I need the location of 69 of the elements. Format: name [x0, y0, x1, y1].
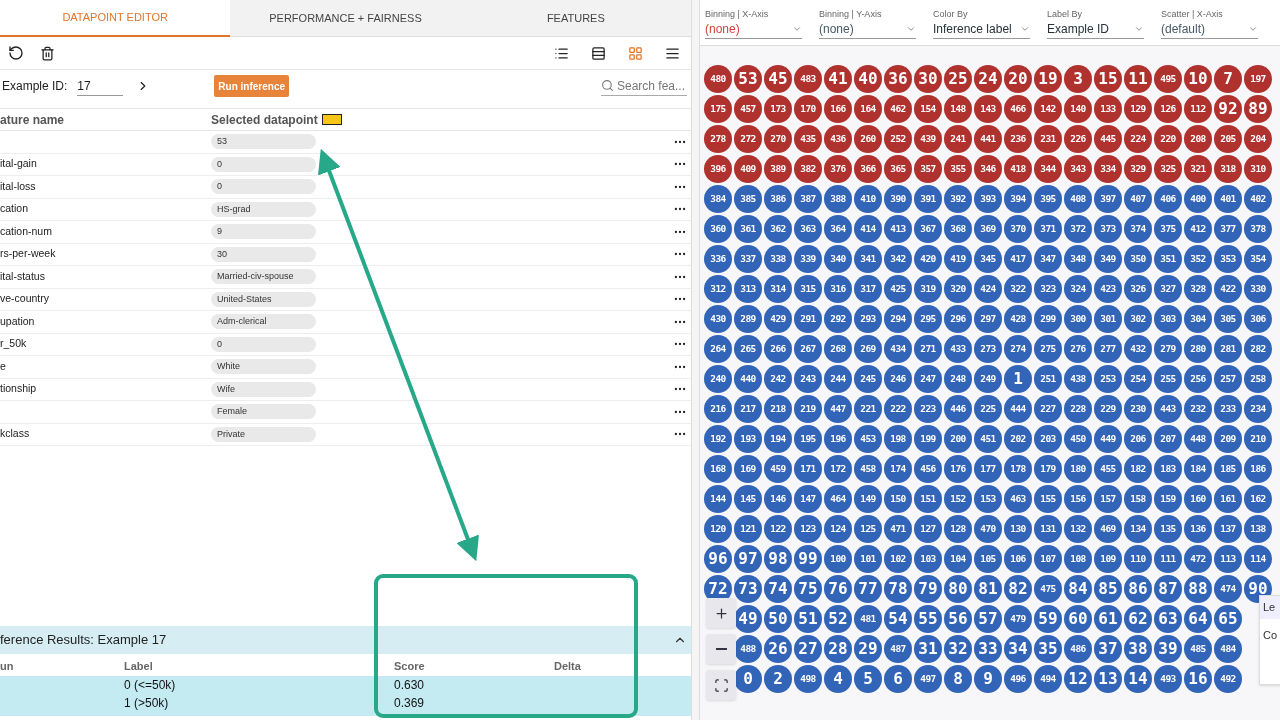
column-header: Score [394, 658, 426, 674]
feature-name: cation-num [0, 224, 52, 237]
plus-icon [713, 605, 729, 621]
column-header: un [0, 658, 15, 674]
tab[interactable]: DATAPOINT EDITOR [0, 0, 231, 37]
feature-name: tionship [0, 382, 37, 395]
zoom-minus-button[interactable] [706, 634, 736, 664]
feature-value-field[interactable]: 0 [211, 336, 316, 352]
feature-value-field[interactable]: Wife [211, 381, 316, 397]
feature-value-field[interactable]: HS-grad [211, 201, 316, 217]
lines-icon [665, 45, 680, 61]
score-cell-text: 0.369 [394, 695, 425, 712]
caret-icon [1020, 24, 1030, 34]
caret-icon [1248, 24, 1258, 34]
example-id-field[interactable]: 17 [77, 76, 124, 96]
tab[interactable]: PERFORMANCE + FAIRNESS [230, 0, 461, 37]
feature-value-field[interactable]: White [211, 359, 316, 375]
legend-title: Le [1260, 596, 1280, 619]
feature-name: kclass [0, 427, 30, 440]
dropdown[interactable]: Color By Inference label [933, 8, 1030, 39]
grid-icon [628, 45, 643, 61]
feature-value-field[interactable]: Adm-clerical [211, 314, 316, 330]
feature-value-field[interactable]: 0 [211, 179, 316, 195]
legend-subtitle: Co [1262, 627, 1279, 643]
column-header: Selected datapoint [211, 111, 318, 129]
feature-value-field[interactable]: Married-civ-spouse [211, 269, 316, 285]
fit-icon [713, 677, 729, 693]
feature-name: ve-country [0, 292, 50, 305]
search-field[interactable]: Search fea... [600, 76, 687, 96]
feature-name: rs-per-week [0, 247, 56, 260]
minus-icon [715, 648, 727, 650]
zoom-fit-button[interactable] [706, 670, 736, 700]
feature-name: r_50k [0, 337, 27, 350]
score-cell-text: 0.630 [394, 677, 425, 694]
rotate-icon[interactable] [8, 45, 24, 61]
column-header: ature name [0, 111, 66, 129]
feature-value-field[interactable]: 30 [211, 246, 316, 262]
tab[interactable]: FEATURES [460, 0, 691, 37]
column-header: Label [124, 658, 154, 674]
caret-icon [906, 24, 916, 34]
feature-value-field[interactable]: 0 [211, 156, 316, 172]
feature-value-field[interactable]: 9 [211, 224, 316, 240]
dropdown[interactable]: Binning | Y-Axis (none) [819, 8, 916, 39]
feature-name: ital-gain [0, 157, 37, 170]
section-title: ference Results: Example 17 [0, 631, 168, 650]
label-cell-text: 0 (<=50k) [124, 677, 177, 694]
dropdown[interactable]: Label By Example ID [1047, 8, 1144, 39]
feature-value-field[interactable]: Female [211, 404, 316, 420]
example-id-label: Example ID: [2, 78, 68, 95]
feature-name: ital-loss [0, 179, 36, 192]
column-header: Delta [554, 658, 581, 674]
feature-name: e [0, 359, 6, 372]
inference-results-header[interactable]: ference Results: Example 17 [0, 626, 691, 654]
feature-name: cation [0, 202, 29, 215]
list-icon [554, 45, 569, 61]
feature-value-field[interactable]: United-States [211, 291, 316, 307]
feature-name: ital-status [0, 269, 45, 282]
rows-icon [591, 45, 606, 61]
dropdown[interactable]: Scatter | X-Axis (default) [1161, 8, 1258, 39]
caret-icon [1134, 24, 1144, 34]
dropdown[interactable]: Binning | X-Axis (none) [705, 8, 802, 39]
color-swatch [321, 114, 342, 125]
label-cell-text: 1 (>50k) [124, 695, 170, 712]
feature-value-field[interactable]: 53 [211, 134, 316, 150]
search-icon [600, 79, 614, 92]
caret-icon [792, 24, 802, 34]
trash-icon[interactable] [40, 45, 55, 61]
feature-name: upation [0, 314, 35, 327]
feature-value-field[interactable]: Private [211, 426, 316, 442]
